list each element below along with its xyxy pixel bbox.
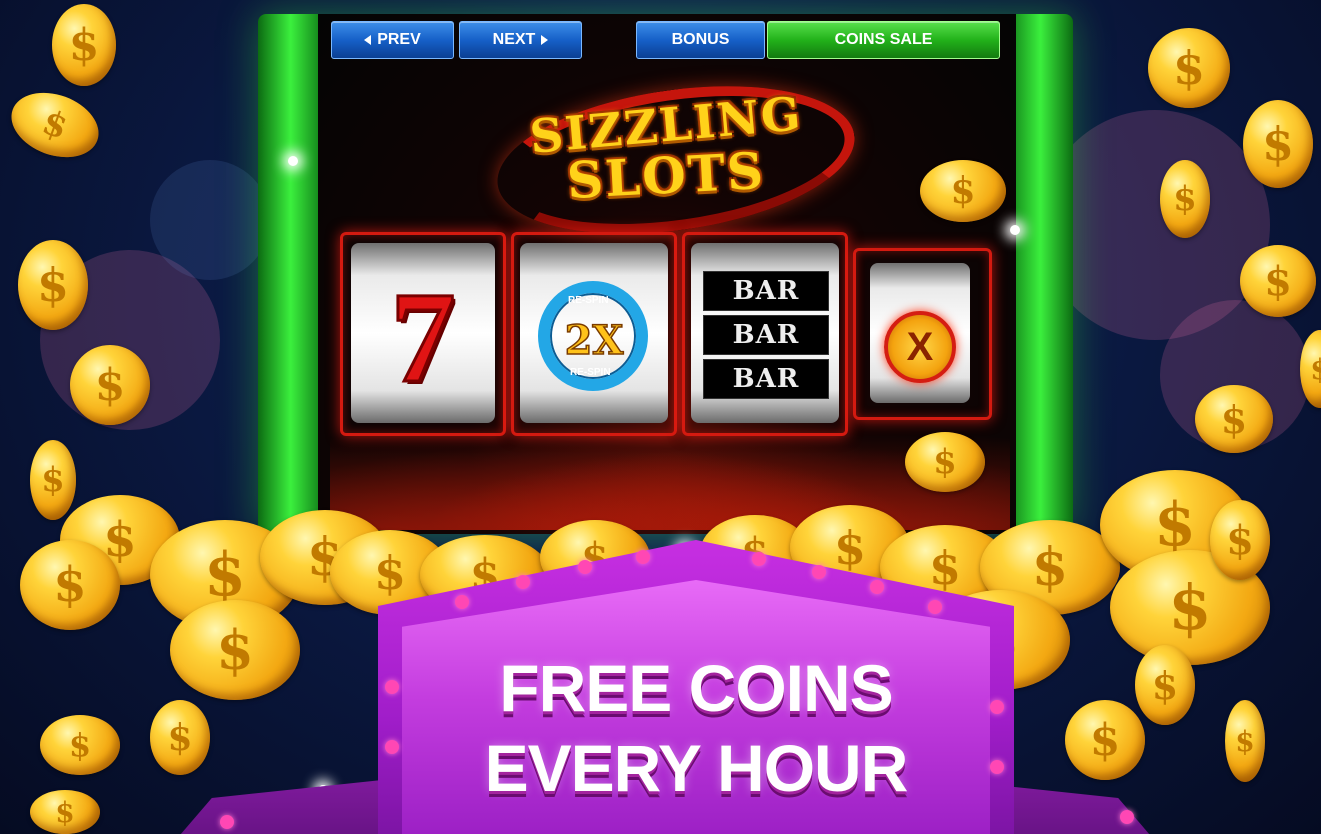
marquee-bulb: [812, 565, 826, 579]
coin-icon: $: [150, 700, 210, 775]
marquee-bulb: [220, 815, 234, 829]
coin-icon: $: [18, 240, 88, 330]
coin-icon: $: [1243, 100, 1313, 188]
coin-icon: $: [1210, 500, 1270, 580]
next-button[interactable]: NEXT: [459, 21, 582, 59]
reel-4: X: [853, 248, 992, 420]
coin-icon: $: [52, 4, 116, 86]
coin-icon: $: [905, 432, 985, 492]
banner-line-1: FREE COINS: [499, 651, 893, 725]
seven-symbol: 7: [389, 266, 457, 410]
coin-icon: $: [1135, 645, 1195, 725]
coins-sale-button-label: COINS SALE: [834, 31, 933, 48]
coin-icon: $: [1195, 385, 1273, 453]
coin-icon: $: [30, 440, 76, 520]
coin-icon: $: [1240, 245, 1316, 317]
marquee-bulb: [928, 600, 942, 614]
coin-icon: $: [1065, 700, 1145, 780]
marquee-bulb: [1120, 810, 1134, 824]
bar-stack: BAR BAR BAR: [703, 271, 829, 403]
marquee-bulb: [636, 550, 650, 564]
coin-icon: $: [920, 160, 1006, 222]
reel-1: 7: [340, 232, 506, 436]
coin-icon: $: [70, 345, 150, 425]
marquee-bulb: [870, 580, 884, 594]
sparkle-icon: [288, 156, 298, 166]
reel-3: BAR BAR BAR: [682, 232, 848, 436]
sparkle-icon: [1010, 225, 1020, 235]
respin-bottom-label: RE-SPIN: [570, 367, 611, 378]
banner-line-2: EVERY HOUR: [484, 731, 909, 805]
next-button-label: NEXT: [492, 31, 536, 48]
reel-drum: X: [870, 263, 970, 403]
reel-2: RE-SPIN 2X RE-SPIN: [511, 232, 677, 436]
coin-icon: $: [1160, 160, 1210, 238]
respin-top-label: RE-SPIN: [568, 295, 609, 306]
bonus-button[interactable]: BONUS: [636, 21, 765, 59]
chevron-right-icon: [541, 35, 549, 45]
chevron-left-icon: [364, 35, 372, 45]
coins-sale-button[interactable]: COINS SALE: [767, 21, 1000, 59]
prev-button-label: PREV: [377, 31, 421, 48]
bokeh-light: [150, 160, 270, 280]
bar-symbol: BAR: [703, 359, 829, 399]
multiplier-x-symbol: X: [884, 311, 956, 383]
coin-icon: $: [20, 540, 120, 630]
marquee-bulb: [455, 595, 469, 609]
reel-drum: BAR BAR BAR: [691, 243, 839, 423]
bar-symbol: BAR: [703, 271, 829, 311]
game-logo: SIZZLING SLOTS: [488, 65, 864, 255]
marquee-bulb: [578, 560, 592, 574]
respin-2x-symbol: 2X: [564, 316, 624, 365]
reel-drum: RE-SPIN 2X RE-SPIN: [520, 243, 668, 423]
reel-drum: 7: [351, 243, 495, 423]
bar-symbol: BAR: [703, 315, 829, 355]
coin-icon: $: [170, 600, 300, 700]
bonus-button-label: BONUS: [671, 31, 730, 48]
prev-button[interactable]: PREV: [331, 21, 454, 59]
coin-icon: $: [2, 81, 108, 169]
marquee-bulb: [752, 552, 766, 566]
coin-icon: $: [30, 790, 100, 834]
marquee-bulb: [516, 575, 530, 589]
coin-icon: $: [1148, 28, 1230, 108]
coin-icon: $: [40, 715, 120, 775]
game-scene: PREV NEXT BONUS COINS SALE SIZZLING SLOT…: [0, 0, 1321, 834]
coin-icon: $: [1225, 700, 1265, 782]
